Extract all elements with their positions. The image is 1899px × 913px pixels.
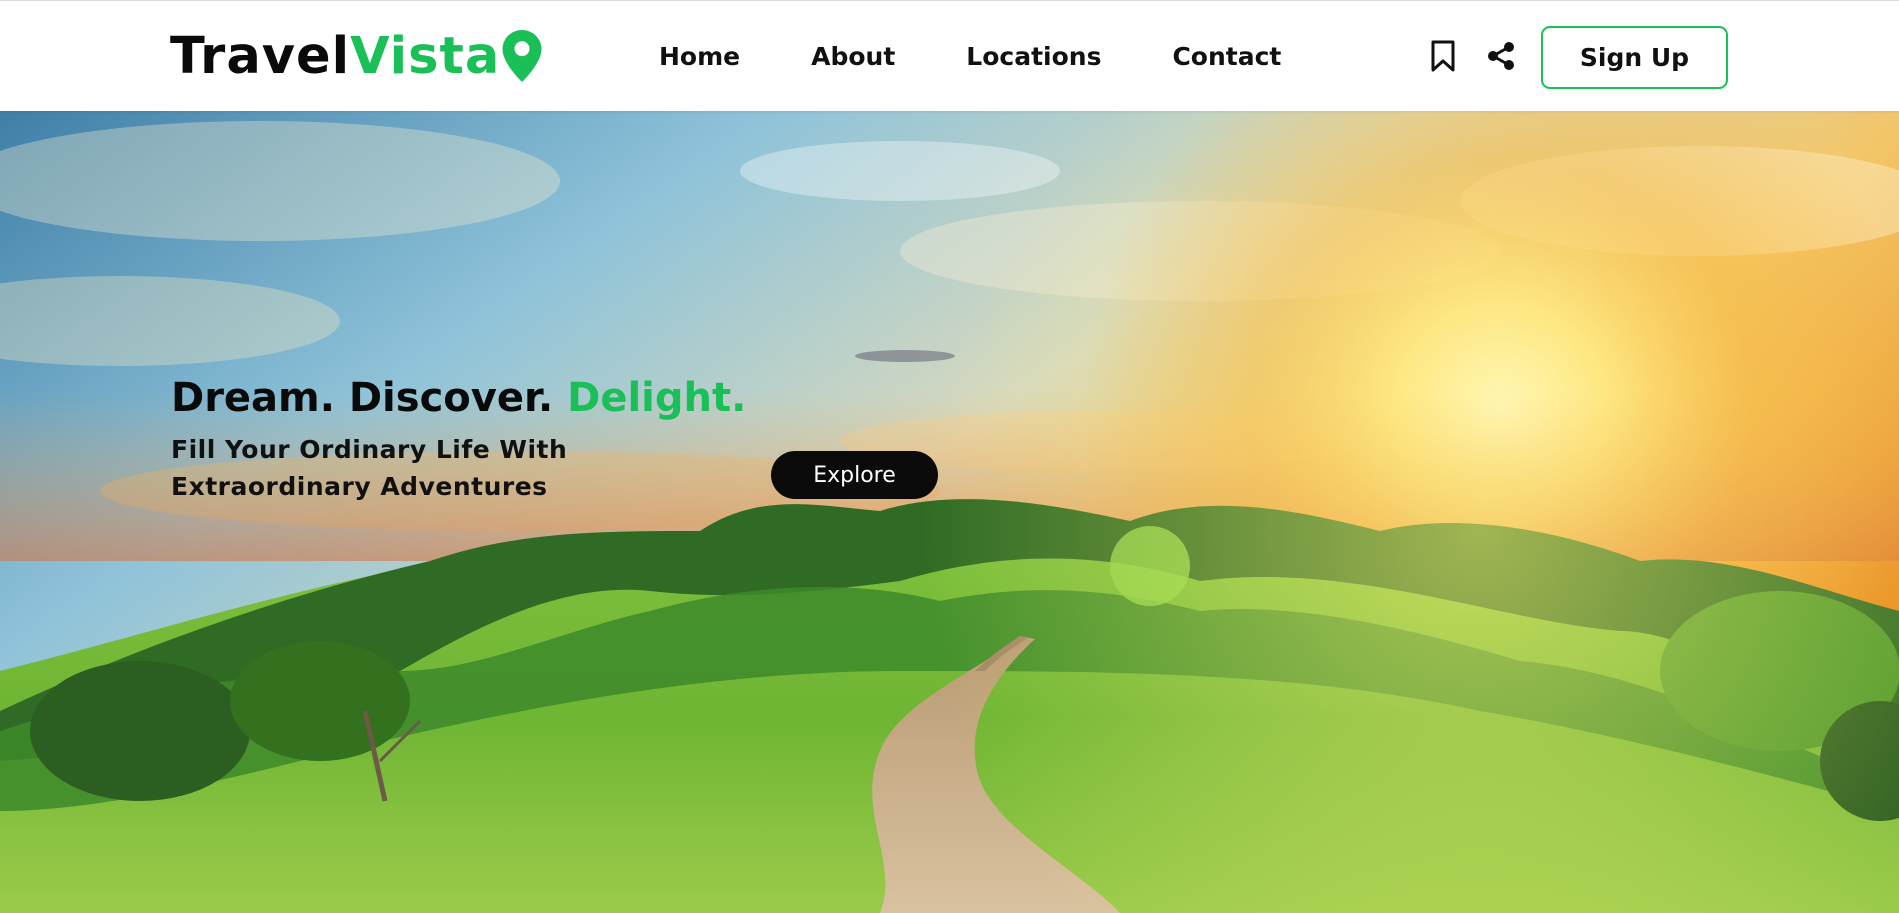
hero-headline-main: Dream. Discover. (171, 375, 568, 421)
hero-subheadline: Fill Your Ordinary Life With Extraordina… (171, 435, 568, 501)
brand-logo[interactable]: Travel Vista (170, 27, 542, 87)
nav-icon-group (1428, 39, 1516, 73)
explore-button[interactable]: Explore (771, 451, 938, 499)
logo-text-travel: Travel (170, 27, 351, 86)
main-nav: Home About Locations Contact (659, 41, 1352, 73)
hero-background-image (0, 111, 1899, 913)
hero-headline: Dream. Discover. Delight. (171, 373, 746, 423)
hero-section: Dream. Discover. Delight. Fill Your Ordi… (0, 111, 1899, 913)
nav-link-locations[interactable]: Locations (966, 41, 1101, 73)
bookmark-button[interactable] (1428, 39, 1458, 73)
nav-link-contact[interactable]: Contact (1172, 41, 1281, 73)
hero-headline-accent: Delight. (567, 375, 747, 421)
nav-link-about[interactable]: About (811, 41, 895, 73)
nav-link-home[interactable]: Home (659, 41, 740, 73)
sign-up-button[interactable]: Sign Up (1541, 26, 1728, 89)
top-navbar: Travel Vista Home About Locations Contact (0, 0, 1899, 111)
map-pin-icon (502, 30, 542, 82)
logo-text-vista: Vista (350, 27, 501, 86)
share-button[interactable] (1486, 39, 1516, 73)
bookmark-icon (1431, 40, 1455, 71)
share-icon (1488, 42, 1514, 70)
